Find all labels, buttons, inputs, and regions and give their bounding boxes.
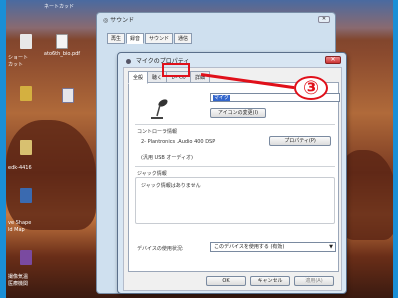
tab-recording[interactable]: 録音 bbox=[126, 33, 145, 44]
desktop-label: ショート bbox=[8, 55, 29, 61]
jack-section-label: ジャック情報 bbox=[137, 171, 167, 177]
desktop-pdf-file[interactable]: ato6th_bio.pdf bbox=[42, 34, 82, 57]
dialog-body: 全般 聴く レベル 詳細 マイク アイコンの変更(I) コントローラ情報 2- … bbox=[123, 67, 342, 291]
desktop-label: ve Shape bbox=[8, 220, 32, 226]
desktop-label: edk-4416 bbox=[8, 165, 32, 171]
dialog-title: マイクのプロパティ bbox=[118, 53, 346, 66]
divider bbox=[135, 166, 335, 167]
microphone-icon bbox=[126, 59, 131, 64]
desktop-label: カット bbox=[8, 62, 24, 68]
desktop-label: ld Map bbox=[8, 227, 25, 233]
change-icon-button[interactable]: アイコンの変更(I) bbox=[210, 108, 266, 118]
desktop-label: 医療機関 bbox=[8, 281, 29, 287]
device-usage-label: デバイスの使用状況: bbox=[137, 246, 184, 252]
properties-button[interactable]: プロパティ(P) bbox=[269, 136, 331, 146]
shortcut-icon bbox=[62, 88, 74, 103]
sound-tabs: 再生 録音 サウンド 通信 bbox=[107, 33, 193, 44]
pdf-file-label: ato6th_bio.pdf bbox=[43, 51, 81, 57]
desktop-file[interactable] bbox=[6, 250, 46, 267]
tab-playback[interactable]: 再生 bbox=[107, 33, 126, 44]
file-icon bbox=[20, 140, 32, 155]
file-icon bbox=[20, 188, 32, 203]
close-button[interactable]: ✕ bbox=[325, 56, 341, 64]
highlight-box bbox=[162, 63, 190, 77]
folder-icon bbox=[20, 86, 32, 101]
file-icon bbox=[20, 250, 32, 265]
apply-button[interactable]: 適用(A) bbox=[294, 276, 334, 286]
desktop-label: 撮像気温 bbox=[8, 274, 29, 280]
device-usage-select[interactable]: このデバイスを使用する (有効) ▼ bbox=[210, 242, 336, 252]
close-button[interactable]: ✕ bbox=[318, 16, 330, 23]
pdf-file-icon bbox=[56, 34, 68, 49]
ok-button[interactable]: OK bbox=[206, 276, 246, 286]
desktop-file[interactable] bbox=[6, 188, 46, 205]
microphone-icon bbox=[151, 99, 168, 119]
desktop-folder[interactable] bbox=[6, 86, 46, 103]
chevron-down-icon: ▼ bbox=[329, 244, 333, 250]
annotation-number: ③ bbox=[294, 76, 328, 100]
controller-driver: (汎用 USB オーディオ) bbox=[141, 155, 193, 161]
jack-info-box bbox=[135, 177, 335, 224]
controller-name: 2- Plantronics .Audio 400 DSP bbox=[141, 139, 216, 145]
general-panel: マイク アイコンの変更(I) コントローラ情報 2- Plantronics .… bbox=[128, 82, 340, 272]
document-icon bbox=[20, 34, 32, 49]
desktop-file[interactable] bbox=[6, 140, 46, 157]
divider bbox=[135, 124, 335, 125]
desktop-top-label: ネートカッド bbox=[44, 4, 75, 10]
rock-formation bbox=[6, 120, 96, 230]
desktop-shortcut[interactable] bbox=[6, 34, 46, 51]
tab-communications[interactable]: 通信 bbox=[174, 33, 193, 44]
tab-general[interactable]: 全般 bbox=[128, 71, 149, 84]
speaker-icon: ◎ bbox=[103, 17, 109, 24]
cancel-button[interactable]: キャンセル bbox=[250, 276, 290, 286]
tab-sounds[interactable]: サウンド bbox=[145, 33, 174, 44]
controller-section-label: コントローラ情報 bbox=[137, 129, 178, 135]
sound-dialog-title: ◎ サウンド bbox=[103, 17, 135, 24]
desktop-shortcut-2[interactable] bbox=[48, 88, 88, 105]
